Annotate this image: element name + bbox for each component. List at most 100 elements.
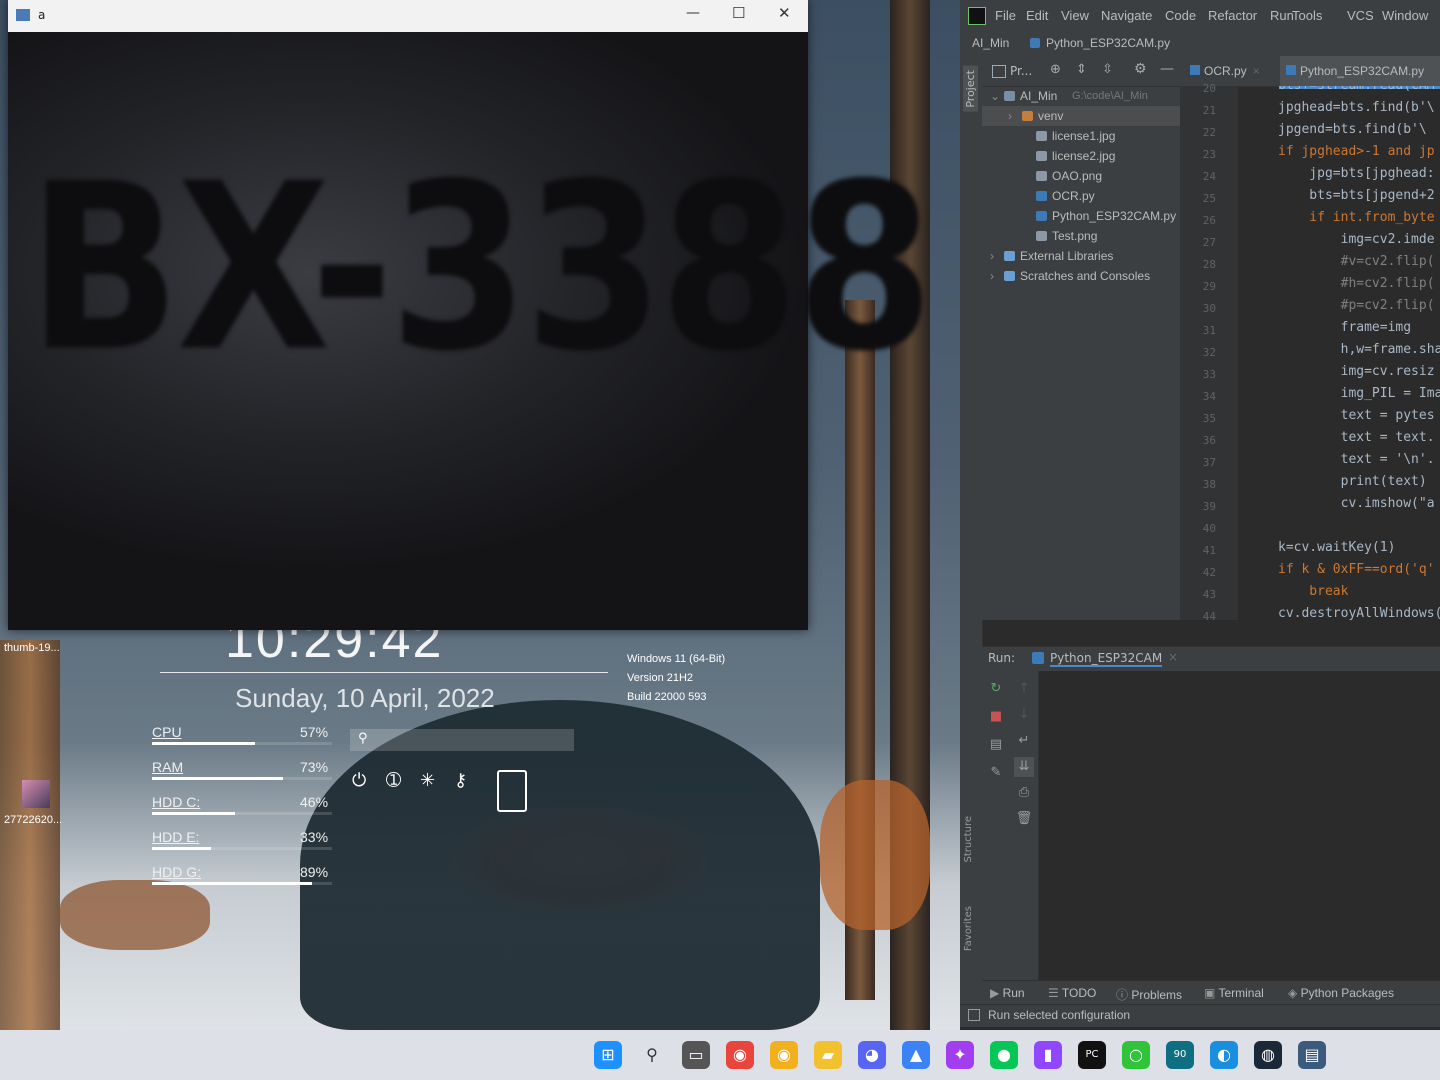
minimize-button[interactable]: — bbox=[686, 5, 700, 21]
menu-file[interactable]: File bbox=[995, 8, 1016, 23]
scroll-to-end-icon[interactable]: ⇊ bbox=[1014, 757, 1034, 777]
task-view-icon[interactable]: ▭ bbox=[682, 1041, 710, 1069]
recycle-bin-icon[interactable] bbox=[497, 770, 527, 812]
search-icon[interactable]: ⚲ bbox=[638, 1041, 666, 1069]
code-line[interactable]: img=cv.resiz bbox=[1278, 364, 1435, 379]
code-line[interactable]: if int.from_byte bbox=[1278, 210, 1434, 225]
favorites-tool-tab[interactable]: Favorites bbox=[963, 906, 974, 951]
code-line[interactable]: #v=cv2.flip( bbox=[1278, 254, 1435, 269]
lock-icon[interactable]: ⚷ bbox=[454, 770, 467, 791]
up-arrow-icon[interactable]: ↑ bbox=[1014, 679, 1034, 699]
close-tab-icon[interactable]: × bbox=[1253, 64, 1260, 78]
video-window[interactable]: a — ☐ ✕ BX-3388 bbox=[8, 0, 934, 630]
run-config-tab[interactable]: Python_ESP32CAM bbox=[1050, 651, 1163, 667]
tree-item[interactable]: › venv bbox=[982, 106, 1180, 126]
gear-icon[interactable]: ⚙ bbox=[1134, 61, 1147, 77]
menu-view[interactable]: View bbox=[1061, 8, 1089, 23]
pycharm-icon[interactable]: PC bbox=[1078, 1041, 1106, 1069]
soft-wrap-icon[interactable]: ↵ bbox=[1014, 731, 1034, 751]
project-tool-tab[interactable]: Project bbox=[963, 66, 978, 112]
trash-icon[interactable]: 🗑 bbox=[1014, 809, 1034, 829]
code-line[interactable]: bts+=stream.read(CAM bbox=[1278, 86, 1435, 93]
bottom-tab-run[interactable]: ▶ Run bbox=[990, 986, 1025, 1000]
chevron-icon[interactable]: › bbox=[990, 266, 994, 286]
code-line[interactable]: text = text. bbox=[1278, 430, 1435, 445]
stop-icon[interactable]: ■ bbox=[986, 707, 1006, 727]
bottom-tab-terminal[interactable]: ▣ Terminal bbox=[1204, 986, 1264, 1000]
tree-item[interactable]: Python_ESP32CAM.py bbox=[982, 206, 1180, 226]
window-titlebar[interactable]: a — ☐ ✕ bbox=[8, 0, 808, 32]
structure-tool-tab[interactable]: Structure bbox=[963, 816, 974, 863]
code-line[interactable]: jpgend=bts.find(b'\ bbox=[1278, 122, 1427, 137]
desktop-icon[interactable]: thumb-19... bbox=[4, 642, 74, 654]
menu-window[interactable]: Window bbox=[1382, 8, 1428, 23]
tree-item[interactable]: Test.png bbox=[982, 226, 1180, 246]
edge-icon[interactable]: ◐ bbox=[1210, 1041, 1238, 1069]
locate-icon[interactable]: ⊕ bbox=[1050, 62, 1061, 77]
photos-icon[interactable]: ▲ bbox=[902, 1041, 930, 1069]
tree-item[interactable]: › Scratches and Consoles bbox=[982, 266, 1180, 286]
bottom-tab-python-packages[interactable]: ◈ Python Packages bbox=[1288, 986, 1394, 1000]
tree-item[interactable]: ⌄ AI_Min G:\code\AI_Min bbox=[982, 86, 1180, 106]
chrome-icon[interactable]: ◉ bbox=[726, 1041, 754, 1069]
menu-refactor[interactable]: Refactor bbox=[1208, 8, 1257, 23]
breadcrumb-file[interactable]: Python_ESP32CAM.py bbox=[1046, 36, 1170, 50]
menu-run[interactable]: Run bbox=[1270, 8, 1294, 23]
desktop-icon[interactable]: 27722620... bbox=[4, 780, 74, 826]
steam-icon[interactable]: ◍ bbox=[1254, 1041, 1282, 1069]
breadcrumb-project[interactable]: AI_Min bbox=[972, 36, 1009, 50]
bottom-tab-problems[interactable]: ⓘ Problems bbox=[1116, 986, 1182, 1003]
tab-python-esp32cam[interactable]: Python_ESP32CAM.py bbox=[1280, 56, 1440, 89]
code-line[interactable]: cv.imshow("a bbox=[1278, 496, 1435, 511]
tree-item[interactable]: › External Libraries bbox=[982, 246, 1180, 266]
maximize-button[interactable]: ☐ bbox=[732, 4, 745, 22]
code-line[interactable]: break bbox=[1278, 584, 1348, 599]
widget-search-input[interactable]: ⚲ bbox=[350, 729, 574, 751]
restart-icon[interactable]: ➀ bbox=[386, 770, 401, 791]
code-line[interactable]: jpghead=bts.find(b'\ bbox=[1278, 100, 1435, 115]
code-line[interactable]: #p=cv2.flip( bbox=[1278, 298, 1435, 313]
layout-icon[interactable]: ▤ bbox=[986, 735, 1006, 755]
code-line[interactable]: if jpghead>-1 and jp bbox=[1278, 144, 1435, 159]
app-90-icon[interactable]: 90 bbox=[1166, 1041, 1194, 1069]
bottom-tab-todo[interactable]: ☰ TODO bbox=[1048, 986, 1096, 1000]
menu-tools[interactable]: Tools bbox=[1292, 8, 1322, 23]
menu-navigate[interactable]: Navigate bbox=[1101, 8, 1152, 23]
windows-start-icon[interactable]: ⊞ bbox=[594, 1041, 622, 1069]
notepad-icon[interactable]: ▤ bbox=[1298, 1041, 1326, 1069]
code-line[interactable]: frame=img bbox=[1278, 320, 1411, 335]
code-line[interactable]: cv.destroyAllWindows() bbox=[1278, 606, 1440, 620]
down-arrow-icon[interactable]: ↓ bbox=[1014, 705, 1034, 725]
pin-icon[interactable]: ✎ bbox=[986, 763, 1006, 783]
line-icon[interactable]: ● bbox=[990, 1041, 1018, 1069]
project-view-selector[interactable]: Pr... bbox=[1010, 64, 1032, 78]
code-line[interactable]: jpg=bts[jpghead: bbox=[1278, 166, 1434, 181]
tree-item[interactable]: OAO.png bbox=[982, 166, 1180, 186]
code-line[interactable]: if k & 0xFF==ord('q' bbox=[1278, 562, 1435, 577]
menu-vcs[interactable]: VCS bbox=[1347, 8, 1374, 23]
menu-code[interactable]: Code bbox=[1165, 8, 1196, 23]
code-line[interactable]: img=cv2.imde bbox=[1278, 232, 1435, 247]
rerun-icon[interactable]: ↻ bbox=[986, 679, 1006, 699]
chevron-icon[interactable]: › bbox=[990, 246, 994, 266]
sleep-icon[interactable]: ✳ bbox=[420, 770, 435, 791]
code-line[interactable]: k=cv.waitKey(1) bbox=[1278, 540, 1395, 555]
code-line[interactable]: #h=cv2.flip( bbox=[1278, 276, 1435, 291]
code-line[interactable]: h,w=frame.sha bbox=[1278, 342, 1440, 357]
tree-item[interactable]: license1.jpg bbox=[982, 126, 1180, 146]
power-icon[interactable]: ⏻ bbox=[352, 770, 366, 791]
chevron-icon[interactable]: ⌄ bbox=[990, 86, 1000, 106]
code-editor[interactable]: OCR.py × Python_ESP32CAM.py 20 21 22 23 24 25 2… bbox=[1180, 56, 1440, 623]
close-tab-icon[interactable]: × bbox=[1168, 650, 1178, 664]
discord-icon[interactable]: ◕ bbox=[858, 1041, 886, 1069]
messenger-icon[interactable]: ✦ bbox=[946, 1041, 974, 1069]
close-button[interactable]: ✕ bbox=[778, 4, 791, 22]
file-explorer-icon[interactable]: ▰ bbox=[814, 1041, 842, 1069]
tree-item[interactable]: license2.jpg bbox=[982, 146, 1180, 166]
menu-edit[interactable]: Edit bbox=[1026, 8, 1048, 23]
expand-all-icon[interactable]: ⇕ bbox=[1076, 62, 1087, 77]
code-line[interactable]: text = '\n'. bbox=[1278, 452, 1435, 467]
print-icon[interactable]: ⎙ bbox=[1014, 783, 1034, 803]
green-app-icon[interactable]: ○ bbox=[1122, 1041, 1150, 1069]
code-line[interactable]: print(text) bbox=[1278, 474, 1427, 489]
